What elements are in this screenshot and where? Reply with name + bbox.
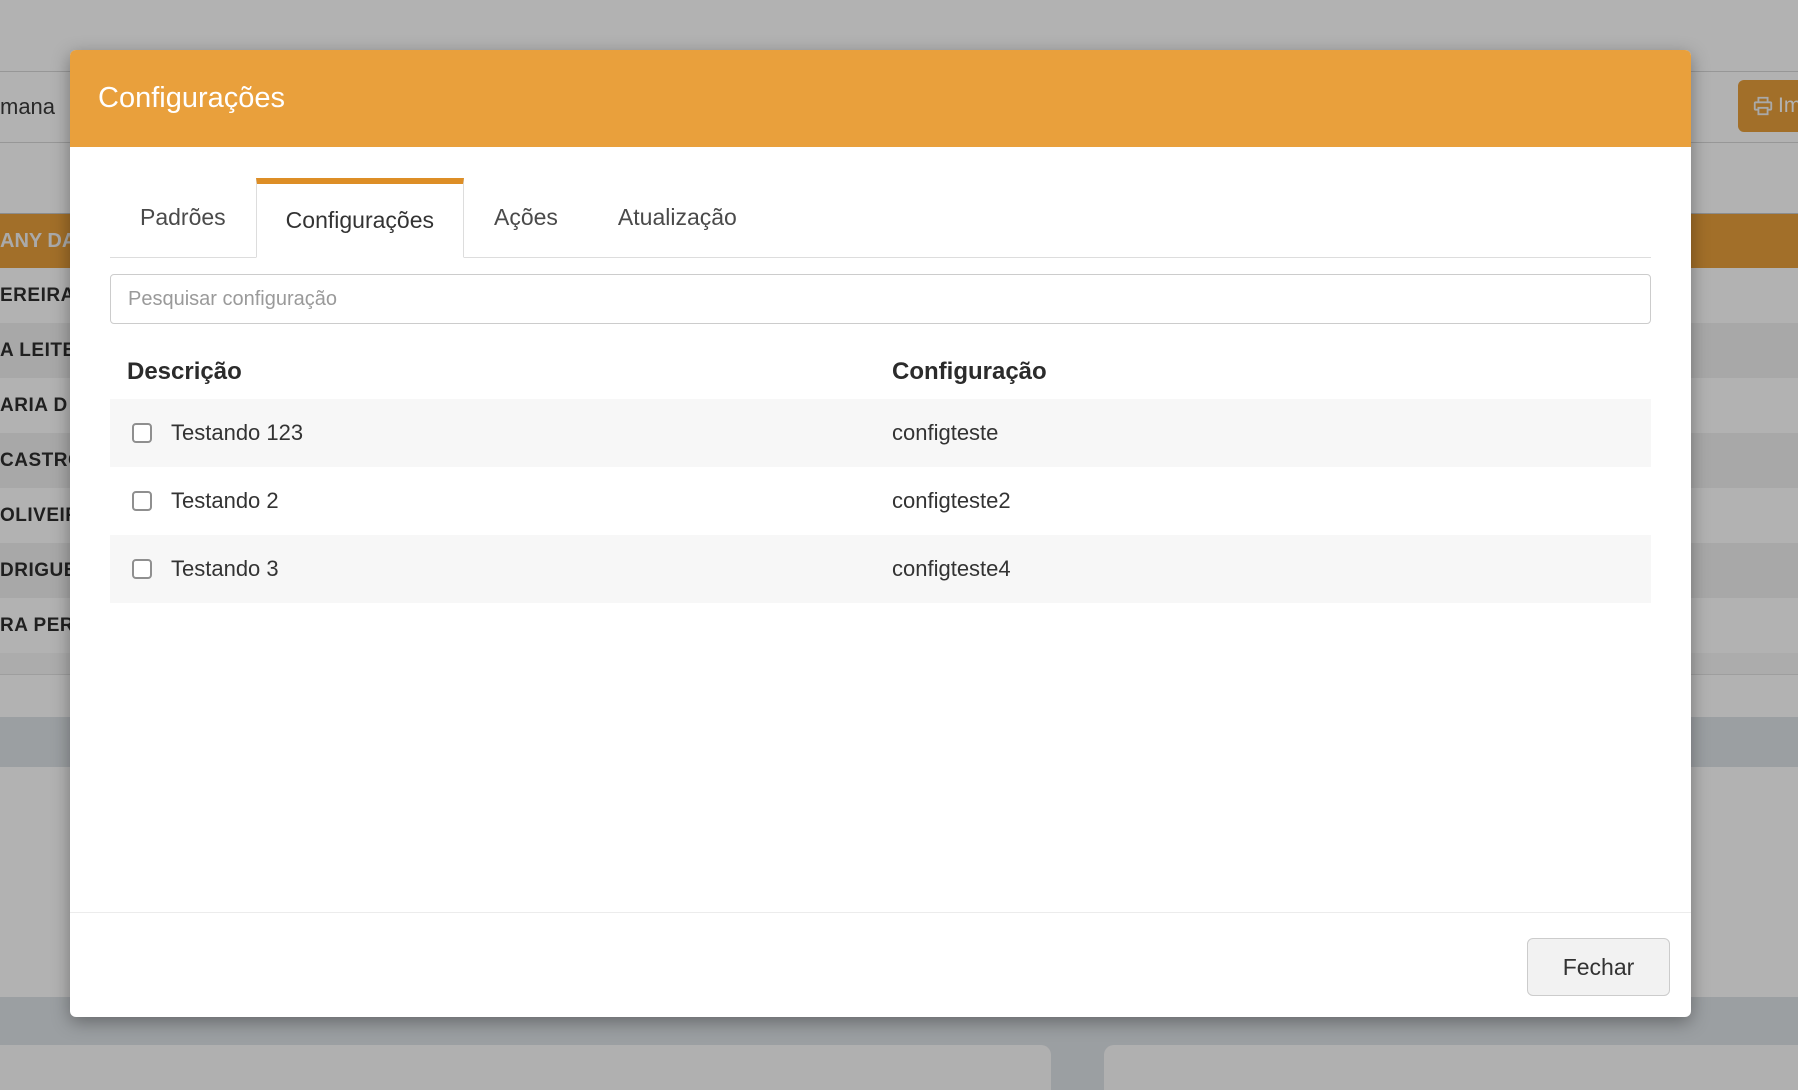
tab-atualizacao[interactable]: Atualização — [588, 178, 767, 257]
tab-label: Ações — [494, 204, 558, 231]
row-description: Testando 2 — [171, 488, 279, 514]
column-header-configuracao: Configuração — [892, 358, 1651, 386]
tab-label: Atualização — [618, 204, 737, 231]
tab-acoes[interactable]: Ações — [464, 178, 588, 257]
modal-title: Configurações — [98, 82, 285, 115]
modal-body: Padrões Configurações Ações Atualização … — [70, 178, 1691, 603]
modal-footer: Fechar — [70, 912, 1691, 1017]
settings-modal: Configurações Padrões Configurações Açõe… — [70, 50, 1691, 1017]
table-row[interactable]: Testando 2 configteste2 — [110, 467, 1651, 535]
row-description: Testando 123 — [171, 420, 303, 446]
config-table: Descrição Configuração Testando 123 conf… — [110, 344, 1651, 603]
tab-label: Padrões — [140, 204, 226, 231]
table-row[interactable]: Testando 123 configteste — [110, 399, 1651, 467]
row-configuration: configteste — [892, 420, 998, 445]
close-button[interactable]: Fechar — [1527, 938, 1670, 996]
search-config-input[interactable] — [110, 274, 1651, 324]
column-header-descricao: Descrição — [110, 358, 892, 386]
row-description: Testando 3 — [171, 556, 279, 582]
config-table-header: Descrição Configuração — [110, 344, 1651, 399]
modal-header: Configurações — [70, 50, 1691, 147]
row-checkbox[interactable] — [132, 559, 152, 579]
tab-padroes[interactable]: Padrões — [110, 178, 256, 257]
tab-label: Configurações — [286, 207, 434, 234]
row-checkbox[interactable] — [132, 491, 152, 511]
row-checkbox[interactable] — [132, 423, 152, 443]
row-configuration: configteste2 — [892, 488, 1011, 513]
tab-configuracoes[interactable]: Configurações — [256, 178, 464, 258]
row-configuration: configteste4 — [892, 556, 1011, 581]
tab-bar: Padrões Configurações Ações Atualização — [110, 178, 1651, 258]
table-row[interactable]: Testando 3 configteste4 — [110, 535, 1651, 603]
